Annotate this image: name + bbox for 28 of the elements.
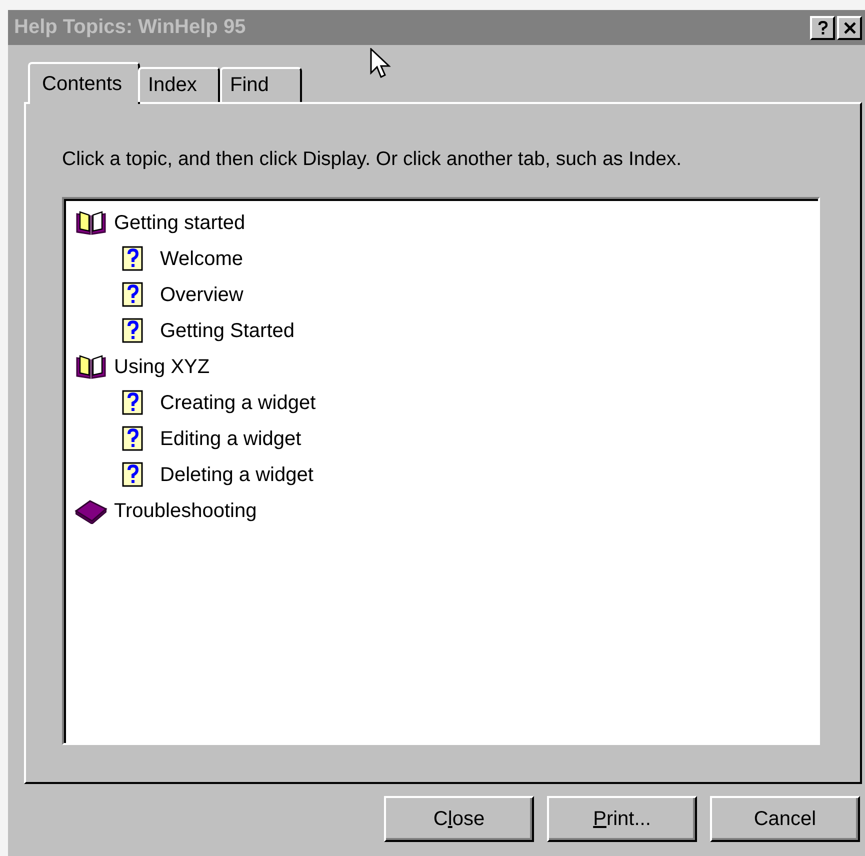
tab[interactable]: Index xyxy=(138,67,220,102)
topic-label[interactable]: Overview xyxy=(160,284,244,306)
book-label[interactable]: Troubleshooting xyxy=(114,500,257,522)
close-button[interactable] xyxy=(837,16,862,40)
help-page-icon xyxy=(122,318,144,344)
close-icon xyxy=(844,22,856,34)
help-page-icon xyxy=(122,426,144,452)
tab[interactable]: Contents xyxy=(28,62,140,104)
window-title: Help Topics: WinHelp 95 xyxy=(14,16,247,39)
dialog-button[interactable]: Cancel xyxy=(710,796,860,842)
help-page-icon xyxy=(122,390,144,416)
dialog-button[interactable]: Close xyxy=(384,796,534,842)
help-button[interactable] xyxy=(810,16,835,40)
help-page-icon xyxy=(122,246,144,272)
topic-label[interactable]: Creating a widget xyxy=(160,392,316,414)
help-icon xyxy=(818,20,828,34)
help-page-icon xyxy=(122,462,144,488)
book-label[interactable]: Using XYZ xyxy=(114,356,210,378)
topic-label[interactable]: Welcome xyxy=(160,248,243,270)
topic-label[interactable]: Deleting a widget xyxy=(160,464,314,486)
help-page-icon xyxy=(122,282,144,308)
dialog-button[interactable]: Print... xyxy=(547,796,697,842)
book-label[interactable]: Getting started xyxy=(114,212,246,234)
instruction-text: Click a topic, and then click Display. Or click another tab, such as Index. xyxy=(62,148,683,171)
pointer-icon xyxy=(370,48,392,80)
tab[interactable]: Find xyxy=(220,67,302,102)
topic-label[interactable]: Getting Started xyxy=(160,320,295,342)
topic-label[interactable]: Editing a widget xyxy=(160,428,302,450)
